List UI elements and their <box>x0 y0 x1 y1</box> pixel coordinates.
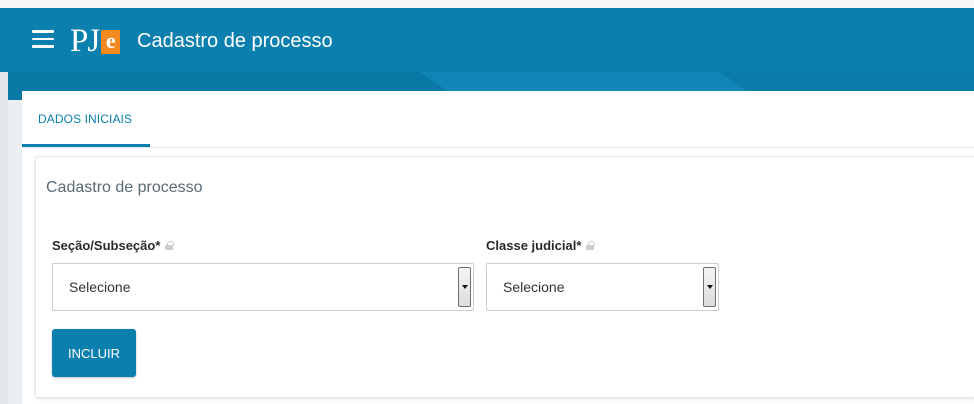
select-value: Selecione <box>69 279 131 295</box>
incluir-button[interactable]: INCLUIR <box>52 329 136 377</box>
header-top-strip <box>0 0 974 8</box>
classe-judicial-select[interactable]: Selecione <box>486 263 719 311</box>
lock-icon <box>586 241 595 250</box>
lock-icon <box>165 241 174 250</box>
chevron-down-icon[interactable] <box>458 267 471 307</box>
field-label-text: Classe judicial* <box>486 238 582 253</box>
tab-dados-iniciais[interactable]: DADOS INICIAIS <box>22 91 148 147</box>
left-gutter <box>0 72 8 404</box>
secao-subsecao-select[interactable]: Selecione <box>52 263 474 311</box>
pje-logo: PJ e <box>70 22 121 59</box>
app-header: PJ e Cadastro de processo <box>0 0 974 72</box>
logo-accent: e <box>101 30 121 54</box>
classe-judicial-label: Classe judicial* <box>486 238 595 253</box>
tab-divider <box>22 147 974 148</box>
page-title: Cadastro de processo <box>137 30 333 52</box>
field-label-text: Seção/Subseção* <box>52 238 161 253</box>
select-value: Selecione <box>503 279 565 295</box>
logo-letters: PJ <box>70 23 100 59</box>
secao-subsecao-label: Seção/Subseção* <box>52 238 174 253</box>
form-card: Cadastro de processo Seção/Subseção* Sel… <box>35 156 974 398</box>
tab-label: DADOS INICIAIS <box>38 112 133 126</box>
hamburger-icon[interactable] <box>32 30 54 48</box>
form-title: Cadastro de processo <box>46 179 203 196</box>
chevron-down-icon[interactable] <box>703 267 716 307</box>
